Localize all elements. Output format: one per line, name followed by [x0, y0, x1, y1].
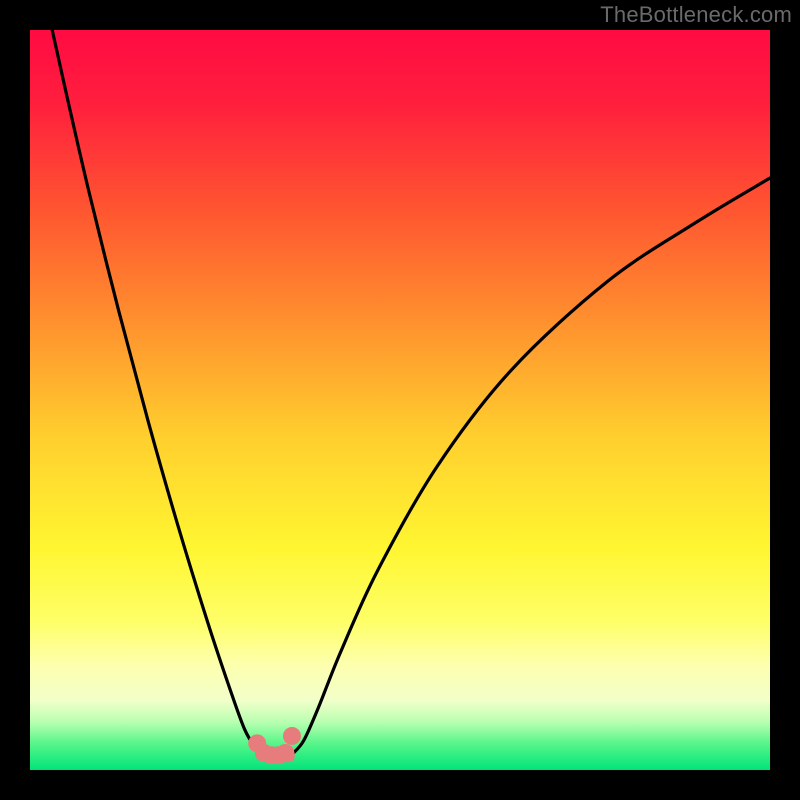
trough-dot: [283, 727, 301, 745]
chart-frame: TheBottleneck.com: [0, 0, 800, 800]
plot-area: [30, 30, 770, 770]
plot-svg: [30, 30, 770, 770]
watermark-text: TheBottleneck.com: [600, 2, 792, 28]
trough-dot: [276, 744, 294, 762]
